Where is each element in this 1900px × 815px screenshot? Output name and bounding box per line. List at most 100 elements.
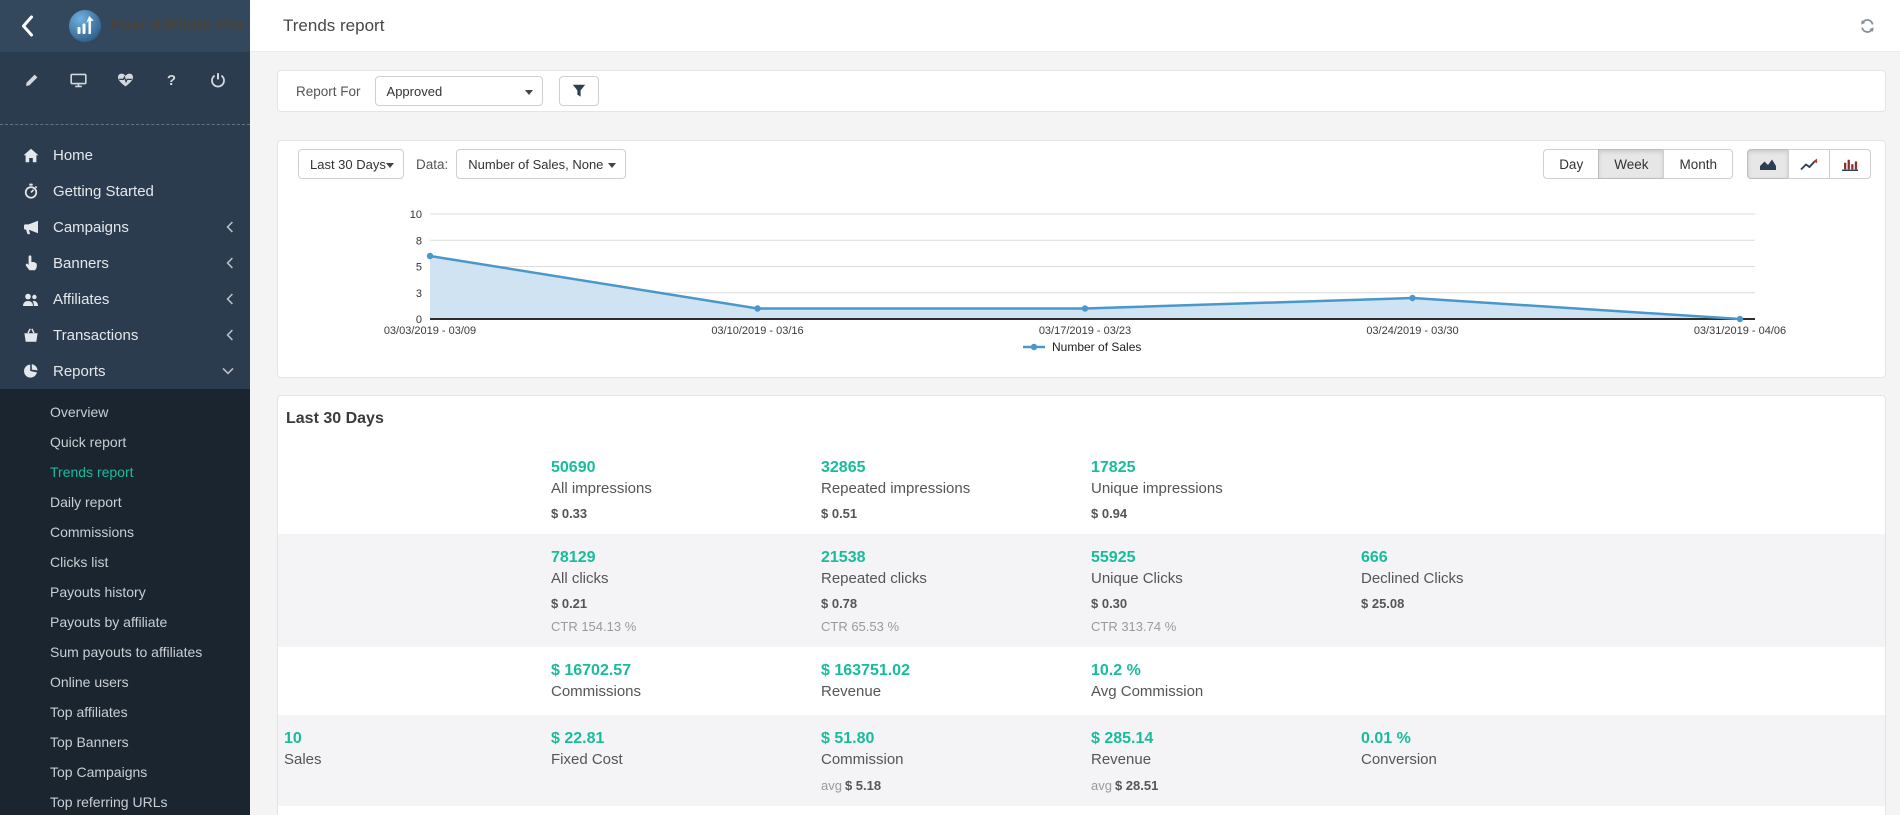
stat-cell: 10 Sales [284,728,551,793]
stat-value: $ 16702.57 [551,660,821,681]
stat-value: 21538 [821,547,1091,568]
power-toolbar-button[interactable] [206,68,230,92]
report-for-label: Report For [296,84,361,99]
chevron-left-icon [226,293,234,305]
content: Report For Approved Last 30 Days Data: N… [250,52,1900,815]
sidebar-menu: Home Getting Started Campaigns Banners A… [0,125,250,389]
sidebar-item-affiliates[interactable]: Affiliates [0,281,250,317]
submenu-item-clicks-list[interactable]: Clicks list [0,547,250,577]
submenu-item-commissions[interactable]: Commissions [0,517,250,547]
stat-label: Commissions [551,682,821,702]
stat-value: 17825 [1091,457,1361,478]
help-toolbar-button[interactable]: ? [160,68,184,92]
stat-sub: $ 0.78 [821,596,1091,611]
sidebar-item-transactions[interactable]: Transactions [0,317,250,353]
stat-value: 10.2 % [1091,660,1361,681]
monitor-toolbar-button[interactable] [67,68,91,92]
chart-controls: Last 30 Days Data: Number of Sales, None… [292,149,1871,179]
day-button[interactable]: Day [1543,149,1599,179]
stat-label: Declined Clicks [1361,569,1875,589]
submenu-item-trends-report[interactable]: Trends report [0,457,250,487]
stat-label: Revenue [821,682,1091,702]
stat-cell: 55925 Unique Clicks $ 0.30 CTR 313.74 % [1091,547,1361,634]
stat-cell: 78129 All clicks $ 0.21 CTR 154.13 % [551,547,821,634]
chart-type-button-group [1747,149,1871,179]
funnel-icon [572,84,586,98]
caret-down-icon [608,163,616,168]
sidebar-item-label: Home [53,147,93,164]
stat-sub: $ 0.21 [551,596,821,611]
filter-button[interactable] [559,76,599,106]
heartbeat-toolbar-button[interactable] [113,68,137,92]
sidebar: Post Affiliate Pro ? Home Getting Starte… [0,0,250,815]
area-chart-button[interactable] [1747,149,1789,179]
sidebar-item-reports[interactable]: Reports [0,353,250,389]
line-chart-button[interactable] [1788,149,1830,179]
month-button[interactable]: Month [1663,149,1733,179]
hand-pointer-icon [22,255,39,271]
submenu-item-top-affiliates[interactable]: Top affiliates [0,697,250,727]
megaphone-icon [22,220,39,235]
stat-cell: 0.01 % Conversion [1361,728,1875,793]
chevron-left-icon [226,221,234,233]
stat-label: Fixed Cost [551,750,821,770]
sidebar-item-label: Transactions [53,327,138,344]
stat-label: Repeated impressions [821,479,1091,499]
sidebar-item-label: Campaigns [53,219,129,236]
chevron-down-icon [222,367,234,375]
submenu-item-online-users[interactable]: Online users [0,667,250,697]
basket-icon [22,328,39,343]
stat-cell: $ 22.81 Fixed Cost [551,728,821,793]
week-button[interactable]: Week [1598,149,1664,179]
chevron-left-icon [226,257,234,269]
sidebar-item-banners[interactable]: Banners [0,245,250,281]
submenu-item-sum-payouts-to-affiliates[interactable]: Sum payouts to affiliates [0,637,250,667]
stat-sub: $ 0.94 [1091,506,1361,521]
stat-cell: 10.2 % Avg Commission [1091,660,1361,702]
submenu-item-top-referring-urls[interactable]: Top referring URLs [0,787,250,815]
area-chart-icon [1759,157,1777,171]
pie-chart-icon [22,363,39,379]
stat-label: Conversion [1361,750,1875,770]
stat-cell: 50690 All impressions $ 0.33 [551,457,821,521]
submenu-item-payouts-history[interactable]: Payouts history [0,577,250,607]
sidebar-item-home[interactable]: Home [0,137,250,173]
refresh-icon[interactable] [1859,18,1876,34]
stat-value: 0.01 % [1361,728,1875,749]
report-for-select[interactable]: Approved [375,76,543,106]
help-icon: ? [167,73,176,88]
stat-value: $ 51.80 [821,728,1091,749]
pencil-toolbar-button[interactable] [20,68,44,92]
submenu-item-top-campaigns[interactable]: Top Campaigns [0,757,250,787]
bar-chart-button[interactable] [1829,149,1871,179]
stat-cell: 666 Declined Clicks $ 25.08 [1361,547,1875,634]
stat-cell: 32865 Repeated impressions $ 0.51 [821,457,1091,521]
sidebar-item-getting-started[interactable]: Getting Started [0,173,250,209]
sidebar-header: Post Affiliate Pro [0,0,250,52]
submenu-item-quick-report[interactable]: Quick report [0,427,250,457]
stat-note: CTR 154.13 % [551,619,821,634]
topbar: Trends report [250,0,1900,52]
date-range-select[interactable]: Last 30 Days [298,149,404,179]
stat-cell: $ 163751.02 Revenue [821,660,1091,702]
stat-row: 10 Sales $ 22.81 Fixed Cost $ 51.80 Comm… [278,715,1885,806]
stats-title: Last 30 Days [278,410,1885,428]
stat-note: avg$ 5.18 [821,778,1091,793]
submenu-item-overview[interactable]: Overview [0,397,250,427]
submenu-item-top-banners[interactable]: Top Banners [0,727,250,757]
stat-value: $ 285.14 [1091,728,1361,749]
sidebar-item-campaigns[interactable]: Campaigns [0,209,250,245]
svg-text:Number of Sales: Number of Sales [1052,340,1141,354]
submenu-item-daily-report[interactable]: Daily report [0,487,250,517]
submenu-item-payouts-by-affiliate[interactable]: Payouts by affiliate [0,607,250,637]
stat-note: CTR 65.53 % [821,619,1091,634]
stat-value: $ 22.81 [551,728,821,749]
stat-cell: $ 16702.57 Commissions [551,660,821,702]
chevron-left-icon [226,329,234,341]
stat-label: Avg Commission [1091,682,1361,702]
stat-row: $ 16702.57 Commissions $ 163751.02 Reven… [278,647,1885,715]
caret-down-icon [386,163,394,168]
data-series-select[interactable]: Number of Sales, None [456,149,626,179]
collapse-sidebar-button[interactable] [20,15,34,37]
heartbeat-icon [117,72,134,88]
